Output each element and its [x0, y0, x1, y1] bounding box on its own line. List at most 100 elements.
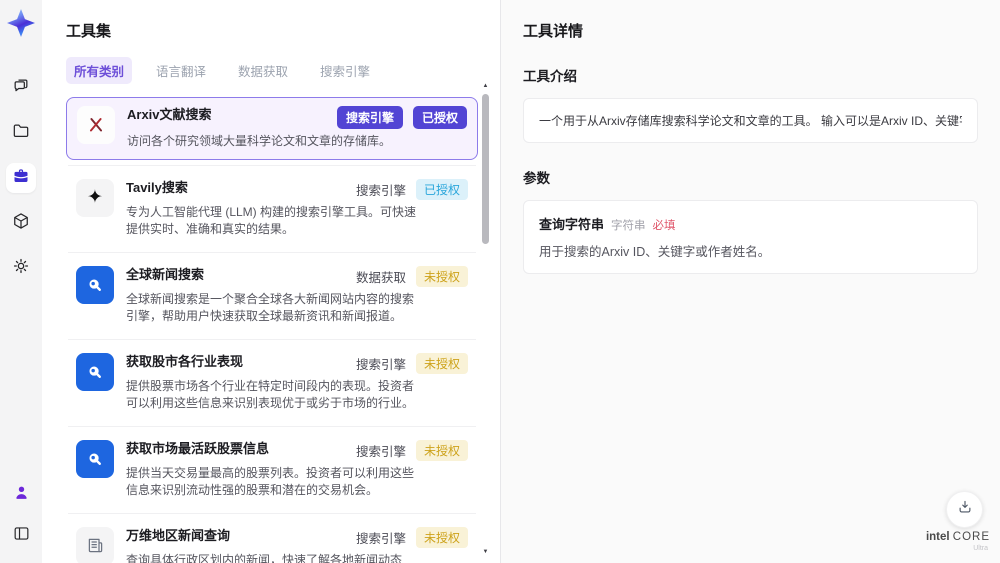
tool-card-arxiv[interactable]: Arxiv文献搜索 搜索引擎 已授权 访问各个研究领域大量科学论文和文章的存储库…	[66, 97, 478, 160]
tab-data-acquisition[interactable]: 数据获取	[230, 57, 296, 84]
tool-description: 查询具体行政区划内的新闻，快速了解各地新闻动态	[126, 552, 403, 563]
card-top: Tavily搜索 搜索引擎 已授权	[126, 178, 468, 200]
tool-name: 获取市场最活跃股票信息	[126, 440, 270, 456]
detail-title: 工具详情	[523, 23, 584, 40]
param-type: 字符串	[611, 220, 646, 232]
gear-icon	[11, 256, 31, 281]
intel-logo-text: intel CORE	[926, 531, 990, 543]
card-top: Arxiv文献搜索 搜索引擎 已授权	[127, 106, 467, 129]
category-label: 搜索引擎	[355, 531, 406, 546]
tool-name: 全球新闻搜索	[126, 266, 205, 282]
card-main: 全球新闻搜索 数据获取 未授权 全球新闻搜索是一个聚合全球各大新闻网站内容的搜索…	[126, 265, 468, 326]
tool-name: Arxiv文献搜索	[127, 107, 212, 122]
card-tags: 搜索引擎 已授权	[336, 106, 467, 129]
tab-all-categories[interactable]: 所有类别	[66, 57, 133, 84]
card-top: 万维地区新闻查询 搜索引擎 未授权	[126, 526, 468, 548]
status-badge: 未授权	[415, 352, 468, 374]
tool-card-most-active-stocks[interactable]: 获取市场最活跃股票信息 搜索引擎 未授权 提供当天交易量最高的股票列表。投资者可…	[66, 432, 478, 508]
card-tags: 搜索引擎 已授权	[355, 178, 468, 200]
tool-name: Tavily搜索	[126, 179, 188, 195]
card-main: 获取股市各行业表现 搜索引擎 未授权 提供股票市场各个行业在特定时间段内的表现。…	[126, 352, 468, 413]
status-badge: 未授权	[415, 439, 468, 461]
divider	[68, 425, 476, 427]
tab-language-translation[interactable]: 语言翻译	[148, 57, 214, 84]
divider	[68, 251, 476, 253]
star-glyph: ✦	[87, 187, 103, 208]
divider	[68, 164, 476, 166]
card-main: 万维地区新闻查询 搜索引擎 未授权 查询具体行政区划内的新闻，快速了解各地新闻动…	[126, 526, 468, 563]
tool-description: 专为人工智能代理 (LLM) 构建的搜索引擎工具。可快速提供实时、准确和真实的结…	[126, 204, 417, 237]
scroll-down-arrow[interactable]: ▼	[481, 548, 490, 556]
tavily-star-icon: ✦	[76, 178, 114, 217]
briefcase-icon	[11, 166, 31, 191]
card-tags: 搜索引擎 未授权	[355, 526, 468, 548]
user-avatar-button[interactable]	[6, 480, 36, 510]
intel-word: intel	[925, 531, 950, 543]
left-sidebar	[0, 0, 42, 563]
status-badge: 未授权	[415, 265, 468, 287]
app-logo	[7, 9, 35, 37]
status-badge: 未授权	[415, 526, 468, 548]
card-tags: 搜索引擎 未授权	[355, 439, 468, 461]
sidebar-item-files[interactable]	[6, 118, 36, 148]
search-icon	[76, 265, 114, 304]
panel-layout-icon	[12, 524, 31, 548]
sidebar-item-tools[interactable]	[6, 163, 36, 193]
collapse-panel-button[interactable]	[6, 521, 36, 551]
newspaper-icon	[76, 526, 114, 563]
tool-description: 提供当天交易量最高的股票列表。投资者可以利用这些信息来识别流动性强的股票和潜在的…	[126, 465, 415, 498]
tool-detail-panel: 工具详情 工具介绍 一个用于从Arxiv存储库搜索科学论文和文章的工具。 输入可…	[500, 0, 1000, 563]
param-name: 查询字符串	[539, 217, 605, 232]
sidebar-item-chat[interactable]	[6, 73, 36, 103]
chat-icon	[11, 76, 31, 101]
card-top: 获取市场最活跃股票信息 搜索引擎 未授权	[126, 439, 468, 461]
card-top: 获取股市各行业表现 搜索引擎 未授权	[126, 352, 468, 374]
tool-card-regional-news[interactable]: 万维地区新闻查询 搜索引擎 未授权 查询具体行政区划内的新闻，快速了解各地新闻动…	[66, 519, 478, 563]
sidebar-bottom	[6, 480, 36, 551]
category-label: 搜索引擎	[355, 357, 406, 372]
param-box: 查询字符串 字符串 必填 用于搜索的Arxiv ID、关键字或作者姓名。	[523, 200, 978, 274]
tool-card-list: Arxiv文献搜索 搜索引擎 已授权 访问各个研究领域大量科学论文和文章的存储库…	[66, 97, 478, 563]
param-description: 用于搜索的Arxiv ID、关键字或作者姓名。	[539, 245, 771, 259]
category-tabs: 所有类别 语言翻译 数据获取 搜索引擎	[66, 57, 478, 84]
search-icon	[76, 352, 114, 391]
sidebar-item-plugins[interactable]	[6, 208, 36, 238]
params-heading: 参数	[523, 171, 550, 186]
category-badge: 搜索引擎	[336, 106, 403, 129]
card-tags: 搜索引擎 未授权	[355, 352, 468, 374]
intro-text: 一个用于从Arxiv存储库搜索科学论文和文章的工具。 输入可以是Arxiv ID…	[539, 114, 962, 128]
tool-card-tavily[interactable]: ✦ Tavily搜索 搜索引擎 已授权 专为人工智能代理 (LLM) 构建的搜索…	[66, 171, 478, 247]
scroll-up-arrow[interactable]: ▲	[481, 82, 490, 90]
download-icon	[956, 498, 974, 521]
tool-card-global-news[interactable]: 全球新闻搜索 数据获取 未授权 全球新闻搜索是一个聚合全球各大新闻网站内容的搜索…	[66, 258, 478, 334]
intel-core-logo: intel CORE Ultra	[924, 527, 992, 552]
core-word: CORE	[952, 531, 991, 543]
sidebar-item-settings[interactable]	[6, 253, 36, 283]
tool-description: 全球新闻搜索是一个聚合全球各大新闻网站内容的搜索引擎，帮助用户快速获取全球最新资…	[126, 291, 415, 324]
tool-name: 获取股市各行业表现	[126, 353, 244, 369]
card-tags: 数据获取 未授权	[355, 265, 468, 287]
arxiv-icon	[77, 106, 115, 144]
scrollbar[interactable]: ▲ ▼	[481, 82, 490, 556]
param-required-label: 必填	[652, 220, 676, 232]
category-label: 搜索引擎	[355, 183, 406, 198]
category-label: 搜索引擎	[355, 444, 406, 459]
page-title: 工具集	[66, 23, 112, 40]
card-main: Tavily搜索 搜索引擎 已授权 专为人工智能代理 (LLM) 构建的搜索引擎…	[126, 178, 468, 239]
divider	[68, 512, 476, 514]
search-icon	[76, 439, 114, 478]
category-label: 数据获取	[355, 270, 406, 285]
user-icon	[12, 483, 31, 507]
tool-name: 万维地区新闻查询	[126, 527, 231, 543]
tool-description: 提供股票市场各个行业在特定时间段内的表现。投资者可以利用这些信息来识别表现优于或…	[126, 378, 415, 411]
tool-description: 访问各个研究领域大量科学论文和文章的存储库。	[127, 134, 392, 148]
scrollbar-thumb[interactable]	[482, 94, 489, 244]
tab-search-engine[interactable]: 搜索引擎	[312, 57, 378, 84]
ultra-word: Ultra	[973, 544, 988, 552]
intro-heading: 工具介绍	[523, 69, 577, 84]
status-badge: 已授权	[415, 178, 468, 200]
tool-card-sector-performance[interactable]: 获取股市各行业表现 搜索引擎 未授权 提供股票市场各个行业在特定时间段内的表现。…	[66, 345, 478, 421]
cube-icon	[11, 211, 31, 236]
download-button[interactable]	[946, 491, 983, 528]
divider	[68, 338, 476, 340]
